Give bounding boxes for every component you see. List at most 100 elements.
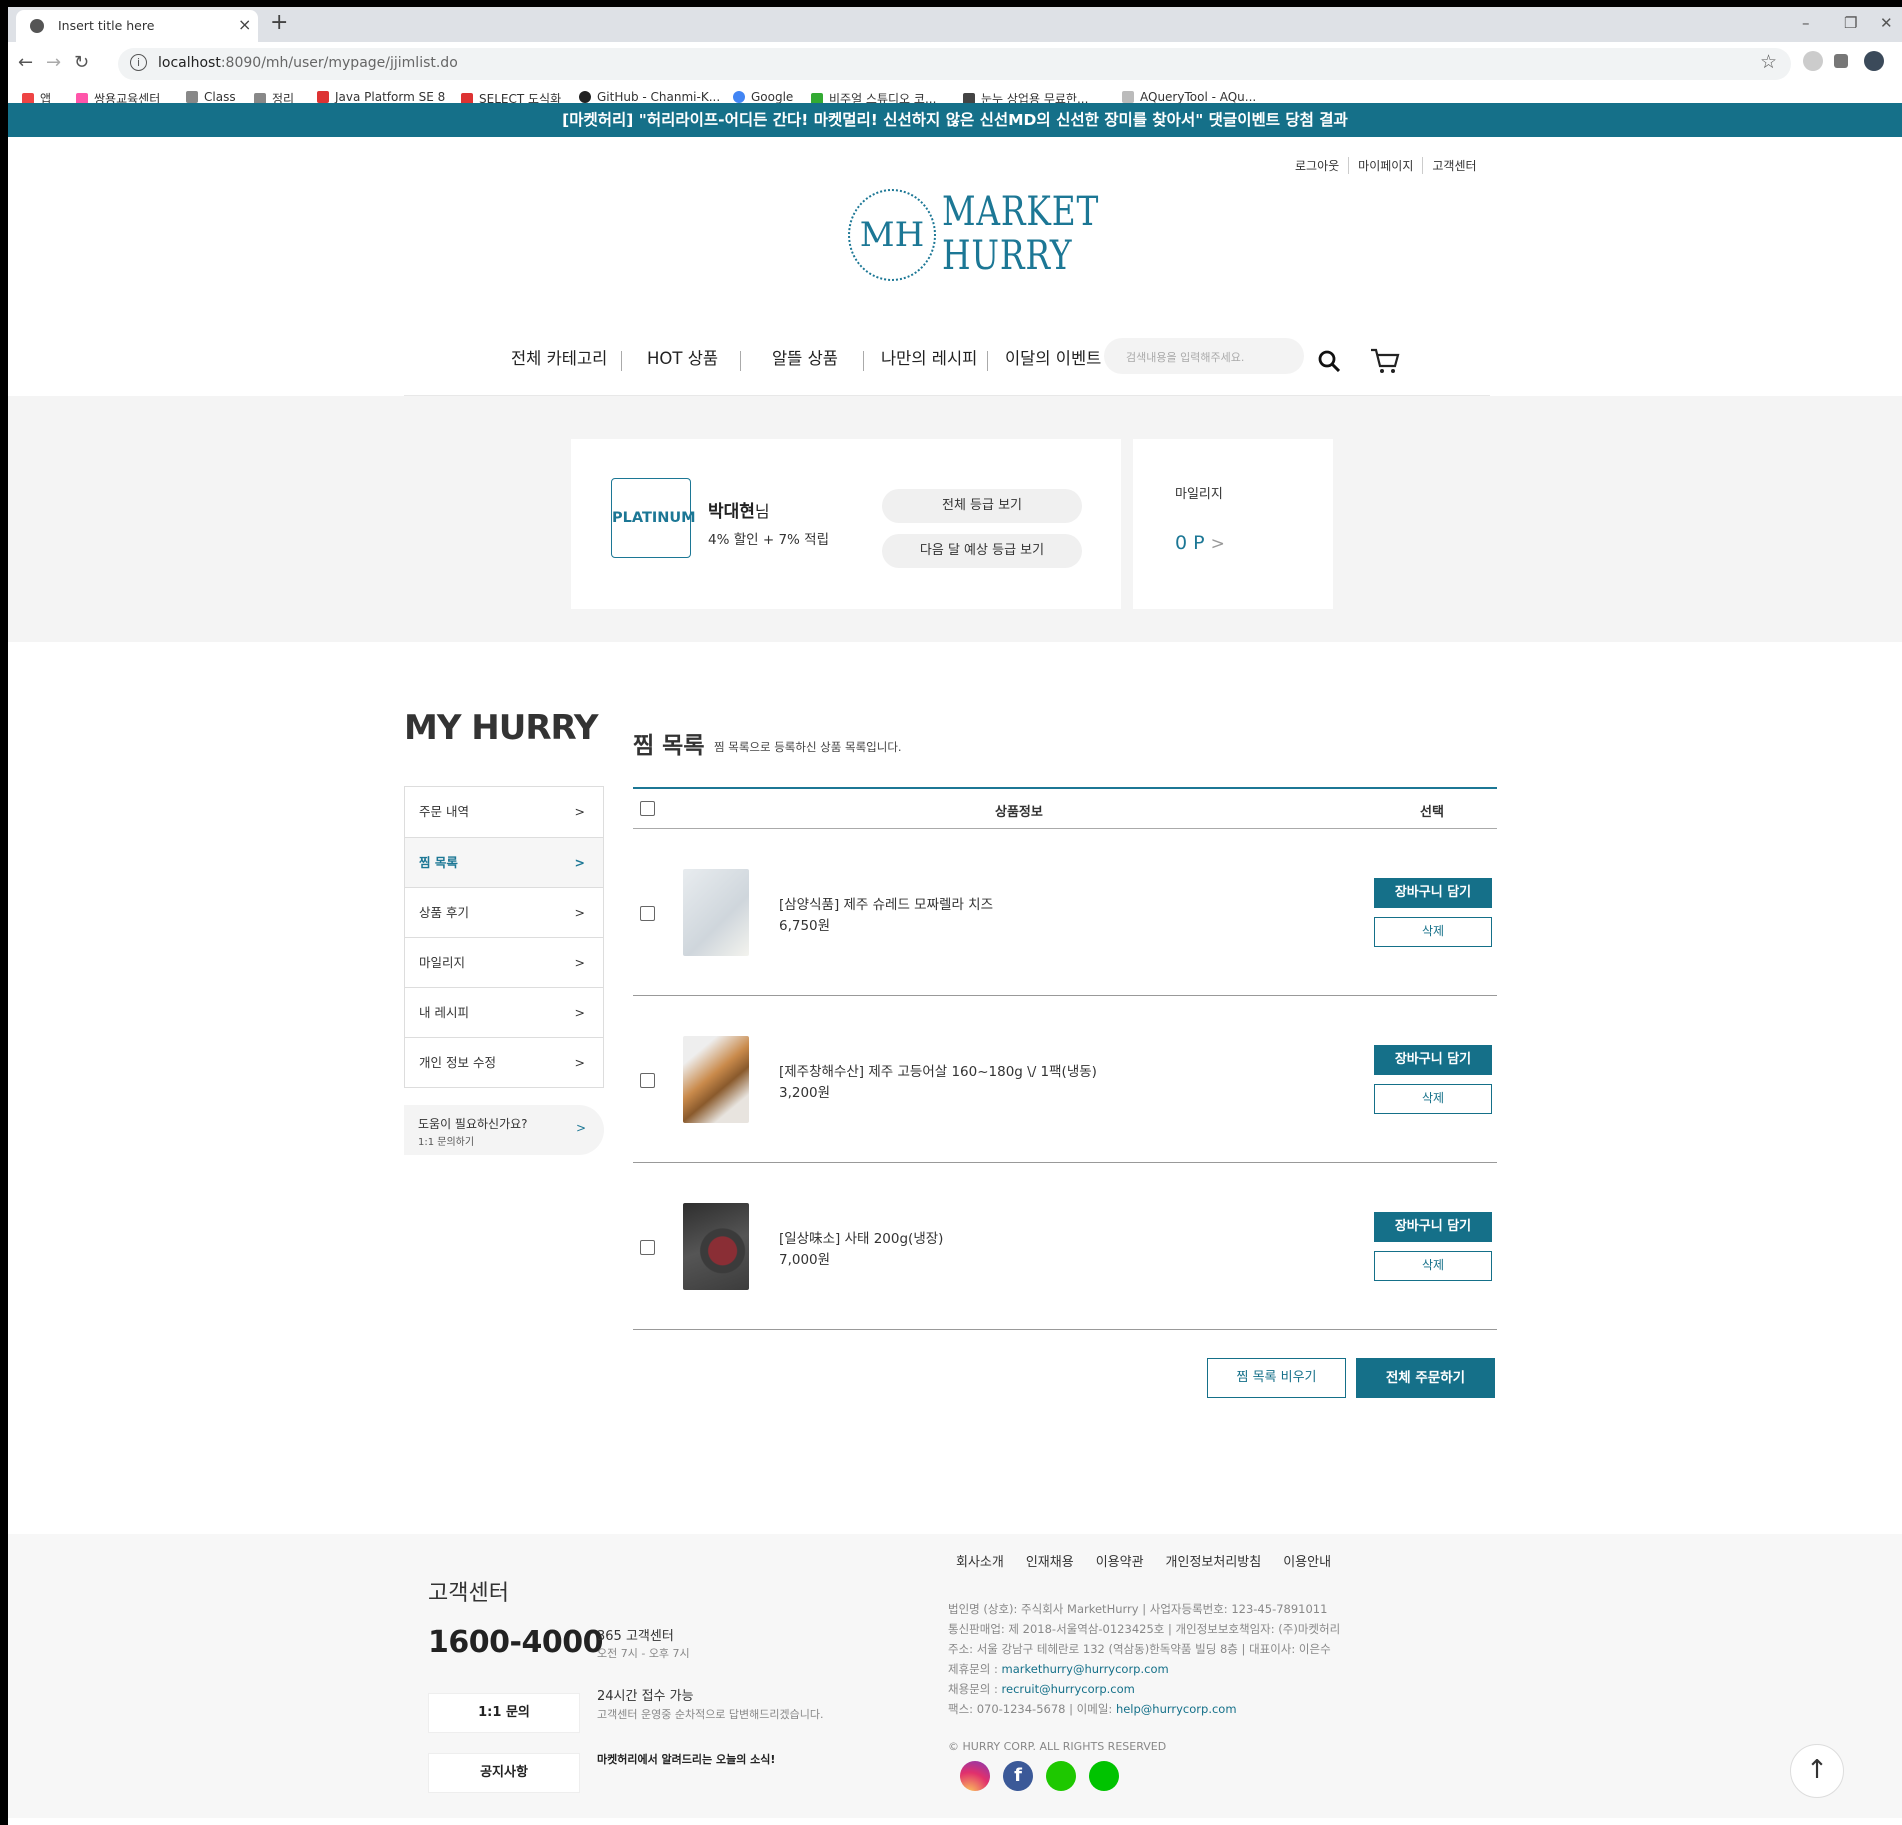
footer-link-recruit[interactable]: 인재채용 xyxy=(1026,1555,1074,1570)
next-grade-button[interactable]: 다음 달 예상 등급 보기 xyxy=(882,534,1082,568)
blog-icon[interactable] xyxy=(1046,1761,1076,1791)
logo-mark: MH xyxy=(848,189,936,281)
sidebar-item-orders[interactable]: 주문 내역 > xyxy=(405,787,603,837)
qna-title: 24시간 접수 가능 xyxy=(597,1689,694,1704)
footer-info: 주소: 서울 강남구 테헤란로 132 (역삼동)한독약품 빌딩 8층 | 대표… xyxy=(948,1642,1331,1656)
footer-cc-title: 고객센터 xyxy=(428,1581,509,1606)
order-all-button[interactable]: 전체 주문하기 xyxy=(1356,1358,1495,1398)
sidebar-item-my-recipe[interactable]: 내 레시피 > xyxy=(405,987,603,1037)
table-row: [일상味소] 사태 200g(냉장) 7,000원 장바구니 담기 삭제 xyxy=(633,1163,1497,1330)
help-subtitle: 1:1 문의하기 xyxy=(418,1137,475,1148)
help-inquiry-button[interactable]: 도움이 필요하신가요? 1:1 문의하기 > xyxy=(404,1105,604,1155)
table-row: [삼양식품] 제주 슈레드 모짜렐라 치즈 6,750원 장바구니 담기 삭제 xyxy=(633,829,1497,996)
qna-desc: 고객센터 운영중 순차적으로 답변해드리겠습니다. xyxy=(597,1708,824,1721)
product-price: 3,200원 xyxy=(779,1085,831,1101)
nav-event[interactable]: 이달의 이벤트 xyxy=(1005,345,1101,369)
nav-all-category[interactable]: 전체 카테고리 xyxy=(511,345,607,369)
mileage-value[interactable]: 0 P > xyxy=(1175,532,1225,554)
nav-sale[interactable]: 알뜰 상품 xyxy=(772,345,838,369)
instagram-icon[interactable] xyxy=(960,1761,990,1791)
footer-phone-title: 365 고객센터 xyxy=(597,1629,674,1644)
event-banner[interactable]: [마켓허리] "허리라이프-어디든 간다! 마켓멀리! 신선하지 않은 신선MD… xyxy=(8,103,1902,137)
item-checkbox[interactable] xyxy=(640,906,655,921)
mypage-link[interactable]: 마이페이지 xyxy=(1348,157,1422,174)
search-placeholder: 검색내용을 입력해주세요. xyxy=(1126,351,1245,364)
footer-info: 채용문의 : recruit@hurrycorp.com xyxy=(948,1682,1135,1696)
footer-info: 통신판매업: 제 2018-서울역삼-0123425호 | 개인정보보호책임자:… xyxy=(948,1622,1341,1636)
product-name[interactable]: [삼양식품] 제주 슈레드 모짜렐라 치즈 xyxy=(779,893,993,913)
delete-button[interactable]: 삭제 xyxy=(1374,1251,1492,1281)
chevron-right-icon: > xyxy=(574,905,585,920)
product-price: 6,750원 xyxy=(779,918,831,934)
nav-divider xyxy=(863,351,864,371)
scroll-top-button[interactable]: ↑ xyxy=(1790,1744,1844,1798)
notice-desc: 마켓허리에서 알려드리는 오늘의 소식! xyxy=(597,1753,776,1766)
chevron-right-icon: > xyxy=(574,1005,585,1020)
view-all-grades-button[interactable]: 전체 등급 보기 xyxy=(882,489,1082,523)
item-checkbox[interactable] xyxy=(640,1240,655,1255)
grade-badge: PLATINUM xyxy=(611,478,696,558)
qna-button[interactable]: 1:1 문의 xyxy=(428,1693,580,1733)
delete-button[interactable]: 삭제 xyxy=(1374,1084,1492,1114)
product-thumbnail[interactable] xyxy=(683,869,749,956)
product-name[interactable]: [제주창해수산] 제주 고등어살 160~180g \/ 1팩(냉동) xyxy=(779,1060,1097,1080)
search-icon[interactable] xyxy=(1318,350,1340,372)
customer-center-link[interactable]: 고객센터 xyxy=(1422,157,1485,174)
chevron-right-icon: > xyxy=(574,855,585,870)
logo-line2: HURRY xyxy=(942,233,1073,279)
email-link[interactable]: markethurry@hurrycorp.com xyxy=(1002,1662,1169,1676)
email-link[interactable]: help@hurrycorp.com xyxy=(1116,1702,1237,1716)
facebook-icon[interactable]: f xyxy=(1003,1761,1033,1791)
footer-phone: 1600-4000 xyxy=(428,1625,603,1660)
sidebar-item-reviews[interactable]: 상품 후기 > xyxy=(405,887,603,937)
column-header-info: 상품정보 xyxy=(995,805,1043,820)
user-name: 박대현님 xyxy=(708,502,770,522)
help-title: 도움이 필요하신가요? xyxy=(418,1117,528,1131)
email-link[interactable]: recruit@hurrycorp.com xyxy=(1002,1682,1135,1696)
footer-info: 제휴문의 : markethurry@hurrycorp.com xyxy=(948,1662,1169,1676)
delete-button[interactable]: 삭제 xyxy=(1374,917,1492,947)
table-header: 상품정보 선택 xyxy=(633,787,1497,829)
chevron-right-icon: > xyxy=(574,804,585,819)
add-to-cart-button[interactable]: 장바구니 담기 xyxy=(1374,1045,1492,1075)
item-checkbox[interactable] xyxy=(640,1073,655,1088)
mileage-box xyxy=(1133,439,1333,609)
notice-button[interactable]: 공지사항 xyxy=(428,1753,580,1793)
page-section-title: MY HURRY xyxy=(404,708,598,748)
logout-link[interactable]: 로그아웃 xyxy=(1286,157,1348,174)
product-name[interactable]: [일상味소] 사태 200g(냉장) xyxy=(779,1227,943,1247)
nav-divider xyxy=(987,351,988,371)
content-title: 찜 목록 xyxy=(633,733,705,759)
cart-icon[interactable] xyxy=(1370,347,1400,375)
sidebar-item-edit-profile[interactable]: 개인 정보 수정 > xyxy=(405,1037,603,1087)
product-price: 7,000원 xyxy=(779,1252,831,1268)
product-thumbnail[interactable] xyxy=(683,1203,749,1290)
clear-wishlist-button[interactable]: 찜 목록 비우기 xyxy=(1207,1358,1346,1398)
sidebar-item-mileage[interactable]: 마일리지 > xyxy=(405,937,603,987)
select-all-checkbox[interactable] xyxy=(640,801,655,816)
nav-divider xyxy=(621,351,622,371)
search-input[interactable]: 검색내용을 입력해주세요. xyxy=(1104,338,1304,374)
mypage-sidebar: 주문 내역 > 찜 목록 > 상품 후기 > 마일리지 > 내 레시피 > 개인 정보 수… xyxy=(404,786,604,1088)
nav-hot[interactable]: HOT 상품 xyxy=(647,345,718,369)
footer-link-company[interactable]: 회사소개 xyxy=(956,1555,1004,1570)
site-logo[interactable]: MH MARKET HURRY xyxy=(848,189,1098,285)
add-to-cart-button[interactable]: 장바구니 담기 xyxy=(1374,1212,1492,1242)
chevron-right-icon: > xyxy=(574,1055,585,1070)
footer-info: 팩스: 070-1234-5678 | 이메일: help@hurrycorp.… xyxy=(948,1702,1237,1716)
sidebar-item-wishlist[interactable]: 찜 목록 > xyxy=(405,837,603,887)
chevron-right-icon: > xyxy=(576,1121,587,1135)
add-to-cart-button[interactable]: 장바구니 담기 xyxy=(1374,878,1492,908)
logo-line1: MARKET xyxy=(942,189,1100,235)
line-icon[interactable] xyxy=(1089,1761,1119,1791)
table-row: [제주창해수산] 제주 고등어살 160~180g \/ 1팩(냉동) 3,20… xyxy=(633,996,1497,1163)
nav-recipe[interactable]: 나만의 레시피 xyxy=(881,345,977,369)
footer-link-terms[interactable]: 이용약관 xyxy=(1096,1555,1144,1570)
product-thumbnail[interactable] xyxy=(683,1036,749,1123)
footer-link-privacy[interactable]: 개인정보처리방침 xyxy=(1166,1555,1262,1570)
footer-link-guide[interactable]: 이용안내 xyxy=(1283,1555,1331,1570)
utility-menu: 로그아웃 마이페이지 고객센터 xyxy=(1286,157,1486,174)
wishlist-table: 상품정보 선택 [삼양식품] 제주 슈레드 모짜렐라 치즈 6,750원 장바구… xyxy=(633,787,1497,1330)
column-header-select: 선택 xyxy=(1420,805,1444,820)
mileage-label: 마일리지 xyxy=(1175,487,1223,502)
